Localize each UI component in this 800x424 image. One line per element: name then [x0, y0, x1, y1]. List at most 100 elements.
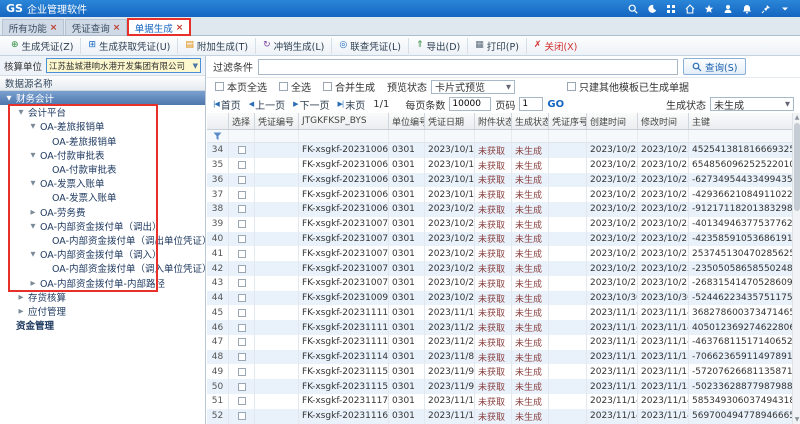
table-row[interactable]: 35 FK-xsgkf-202310066 0301 2023/10/18 未获…: [207, 158, 800, 173]
generate-status-select[interactable]: 未生成 ▼: [710, 97, 794, 111]
row-checkbox[interactable]: [238, 146, 246, 154]
tree-item[interactable]: ▼ OA-内部资金拨付单（调出）: [0, 219, 205, 233]
tree-item[interactable]: OA-付款审批表: [0, 162, 205, 176]
checkbox[interactable]: [279, 82, 288, 91]
table-row[interactable]: 50 FK-xsgkf-202311152 0301 2023/11/9 未获取…: [207, 379, 800, 394]
row-checkbox[interactable]: [238, 161, 246, 169]
tree-item[interactable]: ▶ OA-内部资金拨付单-内部路径: [0, 275, 205, 289]
table-column-header[interactable]: 创建时间: [587, 113, 638, 129]
pagination-nav-button[interactable]: ▶ 下一页: [293, 97, 329, 112]
row-checkbox[interactable]: [238, 250, 246, 258]
tree-item[interactable]: OA-差旅报销单: [0, 134, 205, 148]
table-column-header[interactable]: 附件状态: [475, 113, 512, 129]
table-column-header[interactable]: 选择: [229, 113, 255, 129]
tree-expand-icon[interactable]: ▶: [29, 279, 37, 287]
row-checkbox[interactable]: [238, 220, 246, 228]
table-row[interactable]: 52 FK-xsgkf-202311169 0301 2023/11/10 未获…: [207, 409, 800, 424]
tree-item[interactable]: ▶ OA-劳务费: [0, 205, 205, 219]
tree-item[interactable]: ▼ 会计平台: [0, 105, 205, 119]
table-row[interactable]: 48 FK-xsgkf-202311146 0301 2023/11/8 未获取…: [207, 350, 800, 365]
tree-item[interactable]: ▼ OA-发票入账单: [0, 176, 205, 190]
extra-checkbox-option[interactable]: 只建其他模板已生成单据: [567, 79, 689, 94]
theme-moon-icon[interactable]: [647, 4, 657, 14]
favorites-star-icon[interactable]: [704, 4, 714, 14]
tab-close-icon[interactable]: ×: [113, 23, 121, 33]
tab-close-icon[interactable]: ×: [50, 23, 58, 33]
table-row[interactable]: 51 FK-xsgkf-202311170 0301 2023/11/10 未获…: [207, 394, 800, 409]
per-page-input[interactable]: [449, 97, 491, 111]
toolbar-button[interactable]: ↻ 冲销生成(L): [255, 38, 331, 54]
home-icon[interactable]: [685, 4, 695, 14]
tree-item[interactable]: OA-内部资金拨付单（调出单位凭证）: [0, 233, 205, 247]
table-row[interactable]: 46 FK-xsgkf-202311115 0301 2023/11/2 未获取…: [207, 320, 800, 335]
table-column-header[interactable]: 单位编号: [389, 113, 425, 129]
row-checkbox[interactable]: [238, 294, 246, 302]
search-button[interactable]: 查询(S): [683, 58, 746, 75]
checkbox-option[interactable]: 本页全选: [215, 79, 267, 94]
toolbar-button[interactable]: ⊞ 生成获取凭证(U): [80, 38, 177, 54]
tree-expand-icon[interactable]: ▶: [17, 307, 25, 315]
row-checkbox[interactable]: [238, 205, 246, 213]
table-row[interactable]: 41 FK-xsgkf-202310073 0301 2023/10/23 未获…: [207, 246, 800, 261]
table-row[interactable]: 47 FK-xsgkf-202311116 0301 2023/11/2 未获取…: [207, 335, 800, 350]
row-checkbox[interactable]: [238, 368, 246, 376]
search-icon[interactable]: [628, 4, 638, 14]
tree-expand-icon[interactable]: ▼: [17, 108, 25, 116]
table-row[interactable]: 36 FK-xsgkf-202310067 0301 2023/10/18 未获…: [207, 173, 800, 188]
checkbox[interactable]: [215, 82, 224, 91]
checkbox-option[interactable]: 全选: [279, 79, 311, 94]
preview-status-select[interactable]: 卡片式预览 ▼: [431, 80, 515, 94]
tree-item[interactable]: OA-发票入账单: [0, 190, 205, 204]
toolbar-button[interactable]: ⊕ 生成凭证(Z): [4, 38, 80, 54]
tree-expand-icon[interactable]: ▼: [29, 222, 37, 230]
table-row[interactable]: 42 FK-xsgkf-202310074 0301 2023/10/23 未获…: [207, 261, 800, 276]
tree-expand-icon[interactable]: ▼: [5, 94, 13, 102]
checkbox-option[interactable]: 合并生成: [323, 79, 375, 94]
table-row[interactable]: 38 FK-xsgkf-202310069 0301 2023/10/20 未获…: [207, 202, 800, 217]
table-filter-funnel-cell[interactable]: [207, 130, 229, 142]
tab[interactable]: 凭证查询 ×: [65, 19, 127, 35]
tree-item[interactable]: ▼ OA-付款审批表: [0, 148, 205, 162]
table-row[interactable]: 43 FK-xsgkf-202310075 0301 2023/10/23 未获…: [207, 276, 800, 291]
tree-item[interactable]: ▼ 财务会计: [0, 91, 205, 105]
pagination-nav-button[interactable]: |◀ 首页: [213, 97, 241, 112]
table-column-header[interactable]: 凭证序号: [549, 113, 587, 129]
tree-item[interactable]: OA-内部资金拨付单（调入单位凭证）: [0, 261, 205, 275]
notifications-bell-icon[interactable]: [742, 4, 752, 14]
table-column-header[interactable]: JTGKFKSP_BYS: [299, 113, 389, 129]
toolbar-button[interactable]: ▤ 附加生成(T): [177, 38, 255, 54]
tree-expand-icon[interactable]: ▼: [29, 250, 37, 258]
row-checkbox[interactable]: [238, 279, 246, 287]
pagination-nav-button[interactable]: ▶| 末页: [338, 97, 366, 112]
table-row[interactable]: 40 FK-xsgkf-202310071 0301 2023/10/23 未获…: [207, 232, 800, 247]
tree-expand-icon[interactable]: ▶: [29, 208, 37, 216]
scrollbar-thumb[interactable]: [794, 123, 800, 211]
checkbox[interactable]: [567, 82, 576, 91]
pin-icon[interactable]: [761, 4, 771, 14]
row-checkbox[interactable]: [238, 338, 246, 346]
filter-input[interactable]: [258, 59, 678, 75]
tree-expand-icon[interactable]: ▼: [29, 179, 37, 187]
row-checkbox[interactable]: [238, 191, 246, 199]
row-checkbox[interactable]: [238, 412, 246, 420]
table-row[interactable]: 34 FK-xsgkf-202310062 0301 2023/10/18 未获…: [207, 143, 800, 158]
toolbar-button[interactable]: ✗ 关闭(X): [526, 38, 584, 54]
tree-expand-icon[interactable]: ▶: [17, 293, 25, 301]
table-row[interactable]: 39 FK-xsgkf-202310070 0301 2023/10/20 未获…: [207, 217, 800, 232]
toolbar-button[interactable]: ◎ 联查凭证(L): [331, 38, 408, 54]
tree-expand-icon[interactable]: ▼: [29, 122, 37, 130]
page-number-input[interactable]: [519, 97, 543, 111]
tab[interactable]: 所有功能 ×: [2, 19, 64, 35]
user-icon[interactable]: [723, 4, 733, 14]
row-checkbox[interactable]: [238, 309, 246, 317]
row-checkbox[interactable]: [238, 324, 246, 332]
table-column-header[interactable]: 主键: [689, 113, 800, 129]
row-checkbox[interactable]: [238, 176, 246, 184]
row-checkbox[interactable]: [238, 235, 246, 243]
row-checkbox[interactable]: [238, 383, 246, 391]
table-column-header[interactable]: 凭证编号: [255, 113, 299, 129]
chevron-down-icon[interactable]: [780, 4, 790, 14]
pagination-nav-button[interactable]: ◀ 上一页: [249, 97, 285, 112]
go-button[interactable]: GO: [547, 99, 564, 110]
table-column-header[interactable]: 凭证日期: [425, 113, 475, 129]
